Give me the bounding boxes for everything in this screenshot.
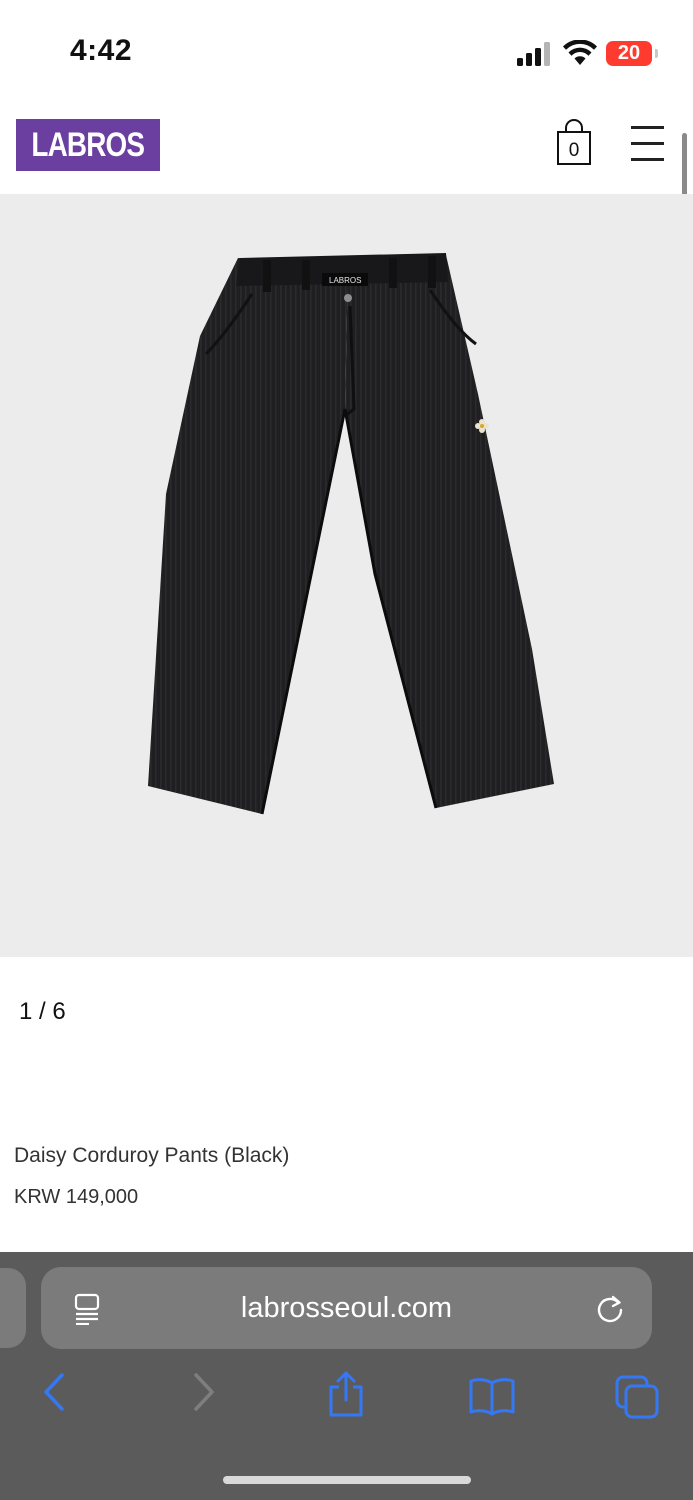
home-indicator[interactable] [223,1476,471,1484]
browser-toolbar: labrosseoul.com [0,1252,693,1500]
cellular-signal-icon [517,42,550,66]
reload-icon[interactable] [594,1293,626,1325]
battery-icon: 20 [606,41,658,66]
gallery-slide-counter: 1 / 6 [19,998,66,1025]
forward-arrow-icon[interactable] [190,1372,218,1412]
cart-count: 0 [568,140,580,161]
hamburger-menu-icon [631,126,664,129]
hamburger-menu-icon [631,142,664,145]
status-bar: 4:42 20 [0,0,693,100]
site-logo[interactable]: LABROS [16,119,160,171]
cart-button[interactable]: 0 [552,118,596,166]
product-image[interactable]: LABROS [0,194,693,957]
address-bar[interactable]: labrosseoul.com [41,1267,652,1349]
share-icon[interactable] [326,1370,366,1418]
product-photo-pants: LABROS [148,253,554,815]
battery-level: 20 [617,42,641,64]
previous-tab-preview[interactable] [0,1268,26,1348]
site-logo-text: LABROS [31,126,146,164]
url-text[interactable]: labrosseoul.com [41,1267,652,1349]
bookmarks-icon[interactable] [468,1376,516,1416]
status-time: 4:42 [70,34,133,67]
back-arrow-icon[interactable] [40,1372,68,1412]
tabs-icon[interactable] [614,1374,660,1420]
waistband-label: LABROS [329,276,361,285]
menu-button[interactable] [629,124,667,164]
hamburger-menu-icon [631,158,664,161]
product-price: KRW 149,000 [14,1186,139,1208]
product-name: Daisy Corduroy Pants (Black) [14,1144,290,1167]
site-header: LABROS 0 [0,100,693,194]
wifi-icon [563,40,597,65]
